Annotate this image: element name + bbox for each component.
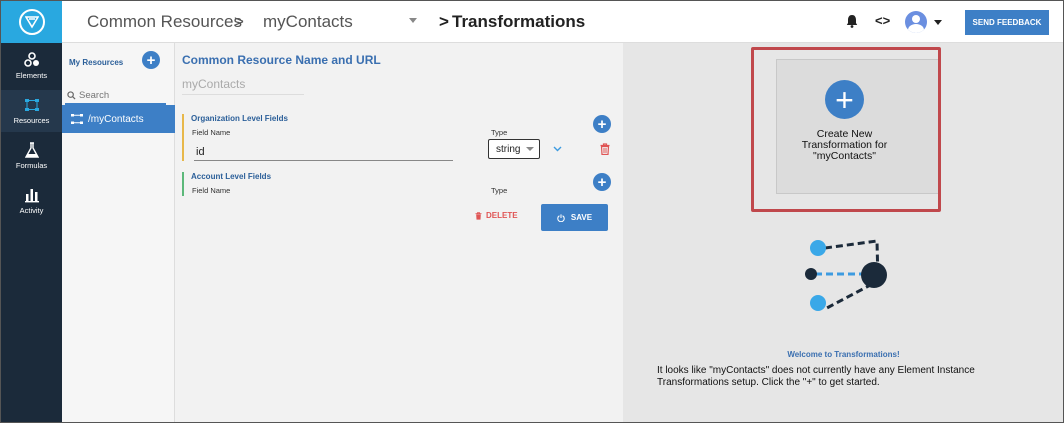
send-feedback-button[interactable]: SEND FEEDBACK: [965, 10, 1049, 35]
app-window: Elements Resources Formulas Activity Com…: [0, 0, 1064, 423]
code-icon[interactable]: <>: [875, 13, 890, 28]
app-logo[interactable]: [1, 1, 62, 43]
resources-icon: [24, 99, 39, 111]
save-button[interactable]: SAVE: [541, 204, 608, 231]
breadcrumb-separator: >: [234, 12, 244, 31]
my-resources-heading: My Resources: [69, 58, 124, 67]
add-org-field-button[interactable]: +: [593, 115, 611, 133]
org-fields-heading: Organization Level Fields: [191, 114, 288, 123]
avatar-caret-icon[interactable]: [934, 20, 942, 25]
field-name-label: Field Name: [192, 128, 231, 137]
resource-icon: [71, 114, 83, 124]
flask-icon: [24, 142, 39, 158]
delete-button[interactable]: DELETE: [475, 211, 518, 220]
breadcrumb-common-resources[interactable]: Common Resources: [87, 12, 242, 32]
resource-name-field[interactable]: myContacts: [182, 77, 304, 95]
breadcrumb-mycontacts[interactable]: myContacts: [263, 12, 353, 32]
save-label: SAVE: [570, 213, 593, 222]
type-label: Type: [491, 186, 508, 195]
trash-icon[interactable]: [600, 142, 611, 156]
chevron-down-icon: [526, 147, 535, 151]
field-name-input[interactable]: id: [194, 146, 453, 161]
search-icon: [67, 90, 76, 100]
transformations-panel: + Create New Transformation for "myConta…: [623, 43, 1063, 422]
highlight-box: [751, 47, 941, 212]
nav-item-elements[interactable]: Elements: [1, 45, 62, 87]
power-icon: [557, 213, 565, 222]
welcome-title: Welcome to Transformations!: [787, 350, 900, 359]
nav-label: Resources: [13, 116, 50, 125]
main-nav: Elements Resources Formulas Activity: [1, 1, 62, 422]
add-account-field-button[interactable]: +: [593, 173, 611, 191]
avatar[interactable]: [905, 11, 927, 33]
trash-icon: [475, 211, 482, 220]
nav-item-activity[interactable]: Activity: [1, 180, 62, 222]
expand-chevron-icon[interactable]: [553, 144, 562, 155]
search-input[interactable]: [79, 89, 159, 101]
title-separator-icon: >: [439, 12, 449, 31]
resource-editor: Common Resource Name and URL myContacts …: [175, 43, 623, 422]
nav-item-resources[interactable]: Resources: [1, 90, 62, 132]
bar-chart-icon: [24, 189, 39, 203]
editor-title: Common Resource Name and URL: [182, 53, 381, 67]
page-title: Transformations: [452, 12, 586, 31]
delete-label: DELETE: [486, 211, 518, 220]
type-label: Type: [491, 128, 508, 137]
account-section-bar: [182, 172, 184, 196]
resource-label: /myContacts: [88, 113, 144, 125]
account-fields-heading: Account Level Fields: [191, 172, 272, 181]
bell-icon[interactable]: [846, 14, 858, 31]
resource-item-mycontacts[interactable]: /myContacts: [62, 105, 175, 133]
resources-panel: My Resources + /myContacts: [62, 43, 175, 422]
nav-item-formulas[interactable]: Formulas: [1, 135, 62, 177]
welcome-message: It looks like "myContacts" does not curr…: [657, 365, 975, 388]
top-header: Common Resources > myContacts > Transfor…: [62, 1, 1063, 43]
type-select[interactable]: string: [488, 139, 540, 159]
resource-dropdown-caret-icon[interactable]: [409, 18, 417, 23]
elements-icon: [23, 52, 39, 67]
org-section-bar: [182, 114, 184, 161]
transformation-diagram-icon: [805, 239, 887, 311]
search-box: [65, 87, 166, 105]
field-name-label: Field Name: [192, 186, 231, 195]
add-resource-button[interactable]: +: [142, 51, 160, 69]
type-select-value: string: [496, 143, 521, 155]
nav-label: Formulas: [15, 161, 48, 170]
nav-label: Elements: [15, 71, 48, 80]
logo-icon: [18, 9, 45, 35]
nav-label: Activity: [19, 206, 44, 215]
